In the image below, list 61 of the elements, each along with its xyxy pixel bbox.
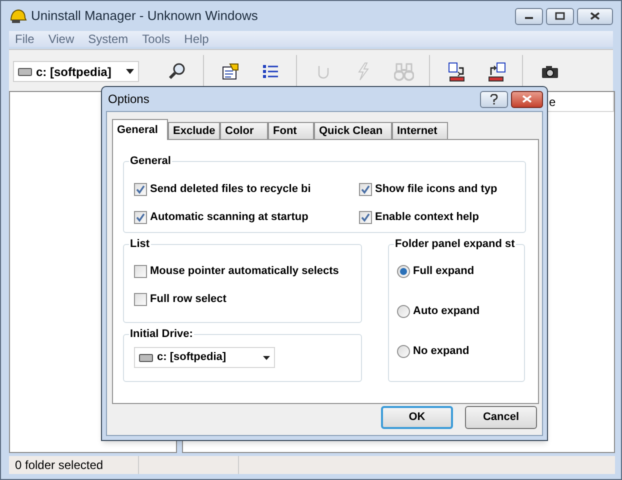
- checkbox-label: Show file icons and typ: [375, 182, 498, 197]
- helmet-icon: [9, 8, 27, 24]
- checkbox[interactable]: [359, 182, 372, 196]
- tab[interactable]: Exclude: [168, 122, 220, 140]
- checkbox[interactable]: [134, 210, 147, 224]
- checkbox[interactable]: [134, 292, 147, 306]
- maximize-button[interactable]: [546, 8, 574, 24]
- menu-item[interactable]: Help: [184, 30, 209, 48]
- tab[interactable]: Font: [268, 122, 314, 140]
- window-title: Uninstall Manager - Unknown Windows: [31, 7, 258, 26]
- help-button[interactable]: [480, 90, 508, 108]
- close-button[interactable]: [577, 8, 613, 24]
- radio-label: Auto expand: [413, 304, 480, 319]
- menu-item[interactable]: File: [15, 30, 34, 48]
- ok-button[interactable]: OK: [381, 406, 453, 429]
- import-icon: [487, 62, 507, 82]
- drive-dropdown[interactable]: c: [softpedia]: [13, 61, 139, 82]
- radio-button[interactable]: [397, 264, 410, 278]
- radio-label: Full expand: [413, 264, 474, 279]
- properties-icon: [221, 62, 241, 82]
- checkbox-label: Mouse pointer automatically selects: [150, 264, 339, 279]
- tab[interactable]: General: [112, 119, 168, 140]
- tab[interactable]: Color: [220, 122, 268, 140]
- checkbox[interactable]: [359, 210, 372, 224]
- drive-dropdown[interactable]: c: [softpedia]: [134, 347, 275, 368]
- menu-item[interactable]: View: [48, 30, 74, 48]
- close-icon: [590, 12, 600, 20]
- caret-icon: [126, 69, 134, 74]
- group-title: Folder panel expand st: [394, 236, 516, 252]
- drive-label: c: [softpedia]: [157, 350, 226, 366]
- cancel-button[interactable]: Cancel: [465, 406, 537, 429]
- menu-item[interactable]: System: [88, 30, 128, 48]
- tab[interactable]: Quick Clean: [314, 122, 392, 140]
- checkmark-icon: [361, 184, 370, 194]
- close-button[interactable]: [511, 90, 543, 108]
- checkbox-label: Full row select: [150, 292, 226, 307]
- menu-item[interactable]: Tools: [142, 30, 170, 48]
- radio-button[interactable]: [397, 344, 410, 358]
- checkbox-label: Automatic scanning at startup: [150, 210, 308, 225]
- radio-button[interactable]: [397, 304, 410, 318]
- tab[interactable]: Internet: [392, 122, 448, 140]
- caret-icon: [263, 356, 270, 360]
- radio-label: No expand: [413, 344, 470, 359]
- help-icon: [490, 94, 498, 104]
- drive-icon: [18, 68, 32, 76]
- drive-label: c: [softpedia]: [36, 64, 112, 80]
- dialog-title: Options: [108, 91, 150, 108]
- status-text: 0 folder selected: [9, 456, 139, 474]
- checkbox[interactable]: [134, 264, 147, 278]
- checkmark-icon: [136, 212, 145, 222]
- close-icon: [522, 95, 532, 103]
- checkbox-label: Send deleted files to recycle bi: [150, 182, 311, 197]
- drive-icon: [139, 354, 153, 362]
- binoculars-icon: [394, 62, 414, 82]
- checkmark-icon: [136, 184, 145, 194]
- checkbox[interactable]: [134, 182, 147, 196]
- export-icon: [447, 62, 467, 82]
- checkbox-label: Enable context help: [375, 210, 479, 225]
- checkmark-icon: [361, 212, 370, 222]
- maximize-icon: [555, 12, 565, 20]
- minimize-button[interactable]: [515, 8, 543, 24]
